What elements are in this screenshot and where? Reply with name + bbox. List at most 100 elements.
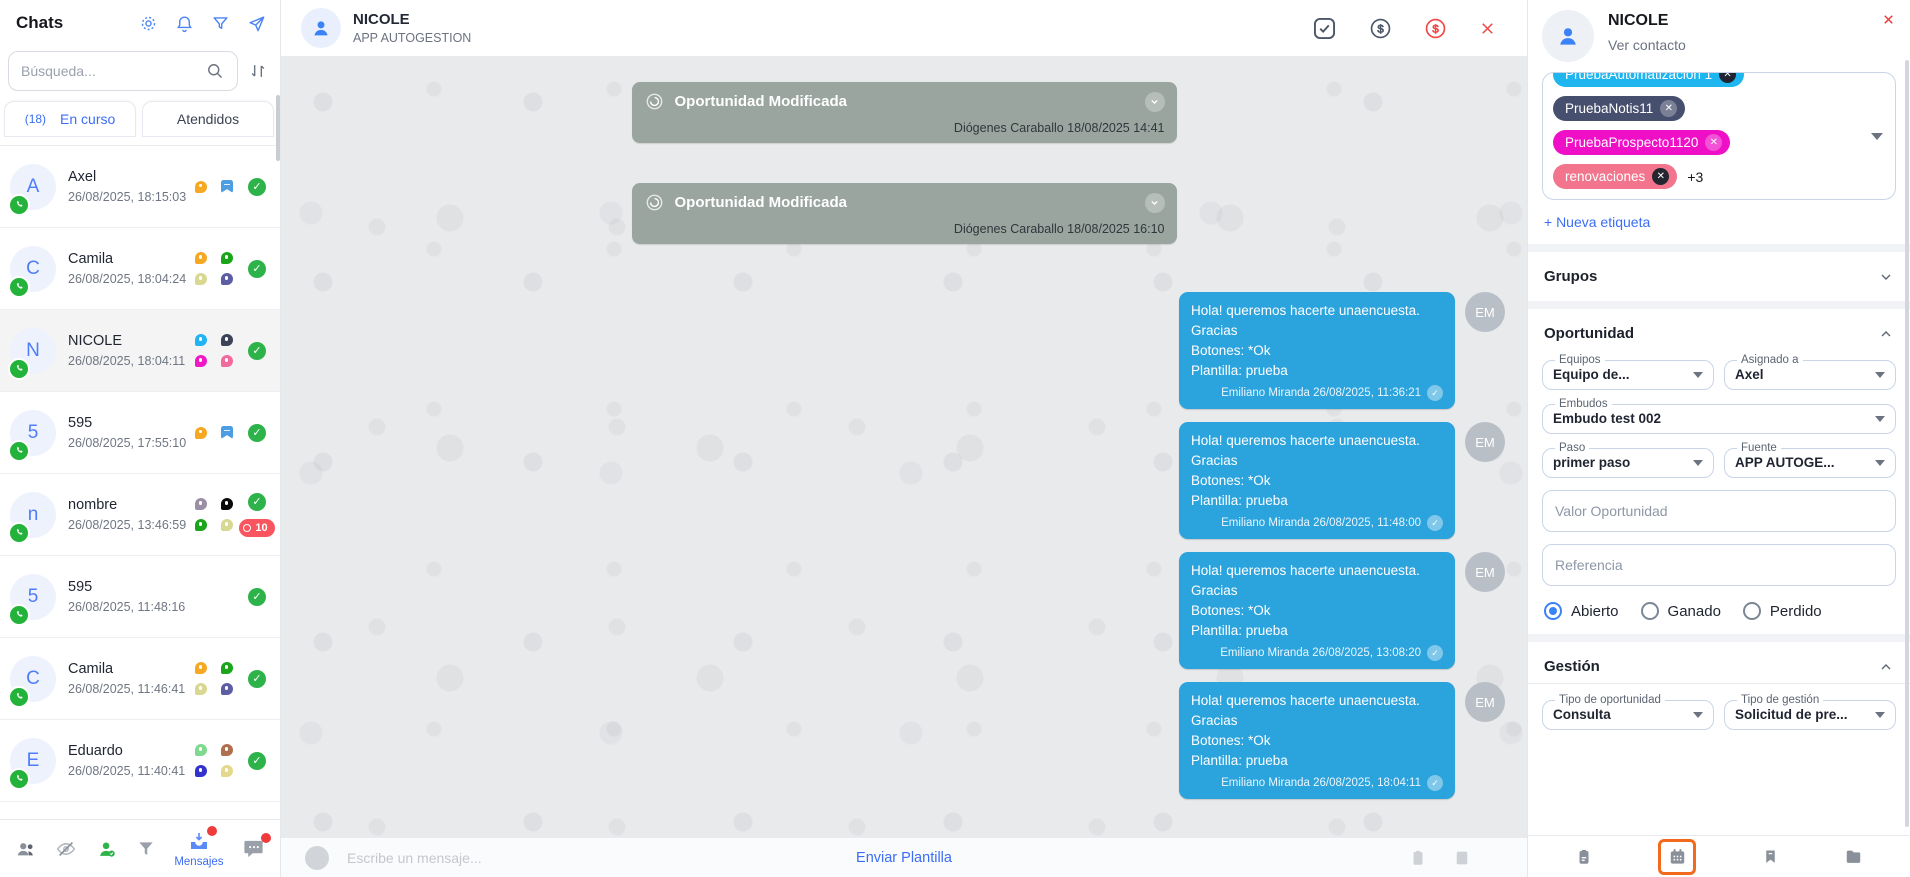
tab-atendidos-label: Atendidos (177, 111, 239, 127)
message-input[interactable] (347, 850, 647, 866)
sort-arrows-icon[interactable] (248, 61, 268, 81)
settings-gear-icon[interactable] (139, 14, 158, 33)
template-icon[interactable] (1453, 849, 1471, 867)
conversation-header: NICOLE APP AUTOGESTION $ $ (281, 0, 1527, 57)
embudos-value: Embudo test 002 (1553, 411, 1661, 426)
equipos-value: Equipo de... (1553, 367, 1630, 382)
contacts-users-icon[interactable] (15, 838, 37, 860)
chat-datetime: 26/08/2025, 18:04:24 (68, 272, 194, 286)
groups-title: Grupos (1544, 268, 1597, 285)
new-tag-link[interactable]: + Nueva etiqueta (1528, 200, 1910, 242)
whatsapp-badge-icon (8, 194, 30, 216)
tag-pin-icon (195, 498, 207, 510)
filter-funnel-icon[interactable] (211, 14, 230, 33)
filter-footer-icon[interactable] (136, 839, 156, 859)
radio-ganado-label: Ganado (1668, 603, 1721, 620)
opportunity-section-header[interactable]: Oportunidad (1528, 309, 1910, 350)
chevron-down-icon[interactable] (1145, 92, 1165, 112)
tipo-gestion-dropdown[interactable]: Tipo de gestión Solicitud de pre... (1724, 694, 1896, 730)
files-folder-icon[interactable] (1844, 847, 1863, 866)
radio-abierto[interactable]: Abierto (1544, 602, 1619, 620)
message-line: Hola! queremos hacerte unaencuesta. (1191, 431, 1443, 451)
attended-check-icon: ✓ (248, 752, 266, 770)
chat-list-item-axel[interactable]: A Axel 26/08/2025, 18:15:03 ✓ (0, 146, 280, 228)
message-bubble: Hola! queremos hacerte unaencuesta. Grac… (1179, 422, 1455, 539)
message-meta: Emiliano Miranda 26/08/2025, 13:08:20 (1220, 647, 1421, 659)
crm-chat-app: Chats (18) En curso Atendidos (0, 0, 1910, 877)
caret-down-icon (1875, 460, 1885, 466)
attach-icon[interactable] (305, 846, 329, 870)
valor-oportunidad-input[interactable] (1542, 490, 1896, 532)
search-input[interactable] (21, 63, 205, 79)
groups-section-header[interactable]: Grupos (1528, 252, 1910, 301)
embudos-dropdown[interactable]: Embudos Embudo test 002 (1542, 398, 1896, 434)
paso-dropdown[interactable]: Paso primer paso (1542, 442, 1714, 478)
chat-list-item-nombre[interactable]: n nombre 26/08/2025, 13:46:59 ✓ 10 (0, 474, 280, 556)
gestion-section-header[interactable]: Gestión (1528, 642, 1910, 683)
asignado-dropdown[interactable]: Asignado a Axel (1724, 354, 1896, 390)
tags-box: PruebaAutomatización 1 ✕ PruebaNotis11 ✕… (1542, 72, 1896, 200)
remove-tag-icon[interactable]: ✕ (1719, 72, 1736, 83)
tag-pin-icon (221, 662, 233, 674)
chat-list-item-camila[interactable]: C Camila 26/08/2025, 18:04:24 ✓ (0, 228, 280, 310)
tag-pin-icon (221, 273, 233, 285)
active-agent-icon[interactable] (96, 838, 118, 860)
referencia-input[interactable] (1542, 544, 1896, 586)
chevron-down-icon[interactable] (1145, 193, 1165, 213)
tab-en-curso-count: (18) (25, 112, 46, 126)
equipos-dropdown[interactable]: Equipos Equipo de... (1542, 354, 1714, 390)
tag-chip[interactable]: PruebaProspecto1120 ✕ (1553, 130, 1730, 155)
tag-pin-icon (195, 252, 207, 264)
panel-scrollbar[interactable] (1905, 60, 1909, 827)
list-scrollbar[interactable] (276, 95, 280, 161)
tag-chip[interactable]: PruebaAutomatización 1 ✕ (1553, 72, 1744, 87)
calendar-icon-highlighted[interactable] (1658, 839, 1696, 875)
more-tags-count[interactable]: +3 (1687, 169, 1703, 185)
tipo-oportunidad-dropdown[interactable]: Tipo de oportunidad Consulta (1542, 694, 1714, 730)
chat-list-item-camila-2[interactable]: C Camila 26/08/2025, 11:46:41 ✓ (0, 638, 280, 720)
remove-tag-icon[interactable]: ✕ (1660, 100, 1677, 117)
radio-ganado[interactable]: Ganado (1641, 602, 1721, 620)
system-message: Oportunidad Modificada Diógenes Caraball… (632, 82, 1177, 143)
tag-chip[interactable]: PruebaNotis11 ✕ (1553, 96, 1685, 121)
payment-dollar-icon[interactable]: $ (1368, 16, 1393, 41)
search-icon[interactable] (205, 61, 225, 81)
tag-pin-icon (221, 744, 233, 756)
send-plane-icon[interactable] (247, 14, 266, 33)
conversation-channel: APP AUTOGESTION (353, 31, 1311, 45)
tag-chip[interactable]: renovaciones ✕ (1553, 164, 1677, 189)
chat-list-item-eduardo[interactable]: E Eduardo 26/08/2025, 11:40:41 ✓ (0, 720, 280, 802)
fuente-dropdown[interactable]: Fuente APP AUTOGE... (1724, 442, 1896, 478)
avatar: 5 (10, 574, 56, 620)
close-conversation-icon[interactable] (1478, 19, 1497, 38)
message-line: Hola! queremos hacerte unaencuesta. (1191, 301, 1443, 321)
tab-en-curso[interactable]: (18) En curso (4, 101, 136, 137)
chat-name: Camila (68, 661, 194, 677)
notes-icon[interactable] (1409, 849, 1427, 867)
saved-bookmark-icon[interactable] (1762, 848, 1779, 865)
chat-bubble-icon[interactable] (242, 837, 265, 860)
remove-tag-icon[interactable]: ✕ (1705, 134, 1722, 151)
chat-list-item-595-2[interactable]: 5 595 26/08/2025, 11:48:16 ✓ (0, 556, 280, 638)
view-contact-link[interactable]: Ver contacto (1608, 37, 1881, 53)
tab-atendidos[interactable]: Atendidos (142, 101, 274, 137)
radio-perdido[interactable]: Perdido (1743, 602, 1822, 620)
chat-list-item-nicole[interactable]: N NICOLE 26/08/2025, 18:04:11 ✓ (0, 310, 280, 392)
resolve-check-icon[interactable] (1311, 15, 1338, 42)
chat-name: 595 (68, 579, 194, 595)
mensajes-inbox-item[interactable]: Mensajes (174, 830, 223, 868)
close-panel-icon[interactable] (1881, 10, 1896, 27)
search-box[interactable] (8, 51, 238, 91)
sidebar-footer: Mensajes (0, 819, 280, 877)
caret-down-icon (1875, 416, 1885, 422)
notes-clipboard-icon[interactable] (1575, 848, 1593, 866)
debt-dollar-icon[interactable]: $ (1423, 16, 1448, 41)
tags-dropdown-caret[interactable] (1871, 133, 1883, 140)
send-template-button[interactable]: Enviar Plantilla (856, 850, 952, 866)
hidden-eye-slash-icon[interactable] (55, 838, 77, 860)
chat-list-item-595[interactable]: 5 595 26/08/2025, 17:55:10 ✓ (0, 392, 280, 474)
message-line: Botones: *Ok (1191, 471, 1443, 491)
tag-pin-icon (221, 334, 233, 346)
notifications-bell-icon[interactable] (175, 14, 194, 33)
remove-tag-icon[interactable]: ✕ (1652, 168, 1669, 185)
